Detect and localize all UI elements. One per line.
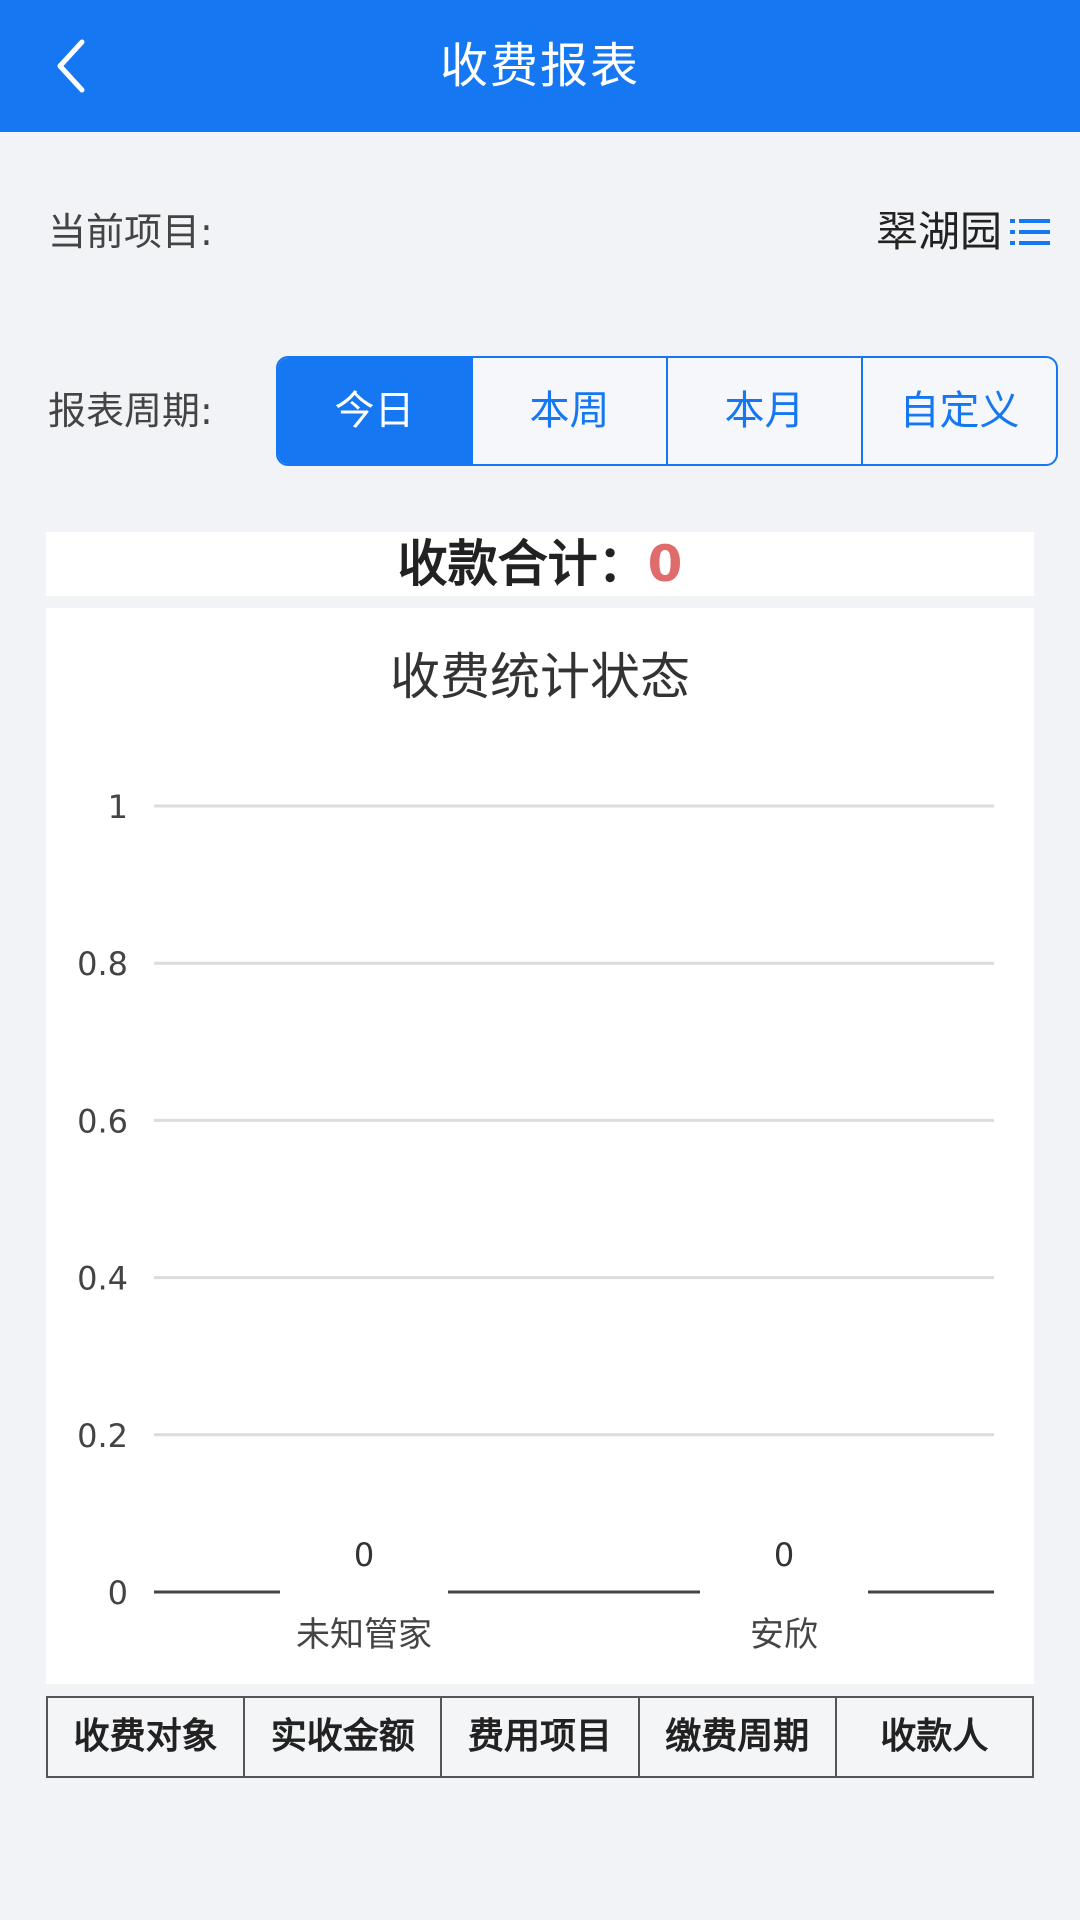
column-header-payer[interactable]: 收费对象	[48, 1698, 243, 1776]
total-summary: 收款合计：0	[46, 532, 1034, 596]
current-project-label: 当前项目:	[48, 210, 213, 254]
y-tick-label: 0.8	[77, 945, 128, 983]
bar-data-label: 0	[354, 1536, 374, 1574]
x-tick-label: 安欣	[750, 1615, 818, 1655]
period-option-today[interactable]: 今日	[278, 358, 471, 464]
total-label: 收款合计：	[397, 535, 648, 593]
column-header-period[interactable]: 缴费周期	[637, 1698, 835, 1776]
app-header: 收费报表	[0, 0, 1080, 132]
x-tick-label: 未知管家	[296, 1615, 432, 1655]
current-project-value: 翠湖园	[875, 207, 1002, 256]
period-option-custom[interactable]: 自定义	[861, 358, 1056, 464]
project-selector[interactable]: 翠湖园	[876, 196, 1052, 268]
current-project-row: 当前项目: 翠湖园	[48, 196, 1052, 268]
fee-status-chart: 收费统计状态 0 0.2 0.4 0.6 0.8 1 0 未知管家 0 安欣	[77, 648, 994, 1655]
y-tick-label: 0.4	[77, 1260, 128, 1298]
period-option-week[interactable]: 本周	[471, 358, 666, 464]
column-header-fee-item[interactable]: 费用项目	[440, 1698, 637, 1776]
list-icon	[1010, 219, 1050, 245]
column-header-amount[interactable]: 实收金额	[243, 1698, 440, 1776]
y-tick-label: 0.2	[77, 1417, 128, 1455]
chart-card: 收费统计状态 0 0.2 0.4 0.6 0.8 1 0 未知管家 0 安欣	[46, 608, 1034, 1684]
column-header-collector[interactable]: 收款人	[834, 1698, 1032, 1776]
bar-data-label: 0	[774, 1536, 794, 1574]
y-tick-label: 1	[108, 788, 128, 826]
page-title: 收费报表	[439, 38, 640, 94]
y-tick-label: 0	[108, 1574, 128, 1612]
report-period-row: 报表周期: 今日 本周 本月 自定义	[48, 356, 1058, 466]
y-tick-label: 0.6	[77, 1102, 128, 1140]
fee-table-header: 收费对象 实收金额 费用项目 缴费周期 收款人	[46, 1696, 1034, 1778]
chart-title: 收费统计状态	[390, 648, 690, 706]
period-segmented-control: 今日 本周 本月 自定义	[276, 356, 1058, 466]
total-value: 0	[647, 535, 683, 593]
report-period-label: 报表周期:	[48, 389, 213, 433]
period-option-month[interactable]: 本月	[666, 358, 861, 464]
